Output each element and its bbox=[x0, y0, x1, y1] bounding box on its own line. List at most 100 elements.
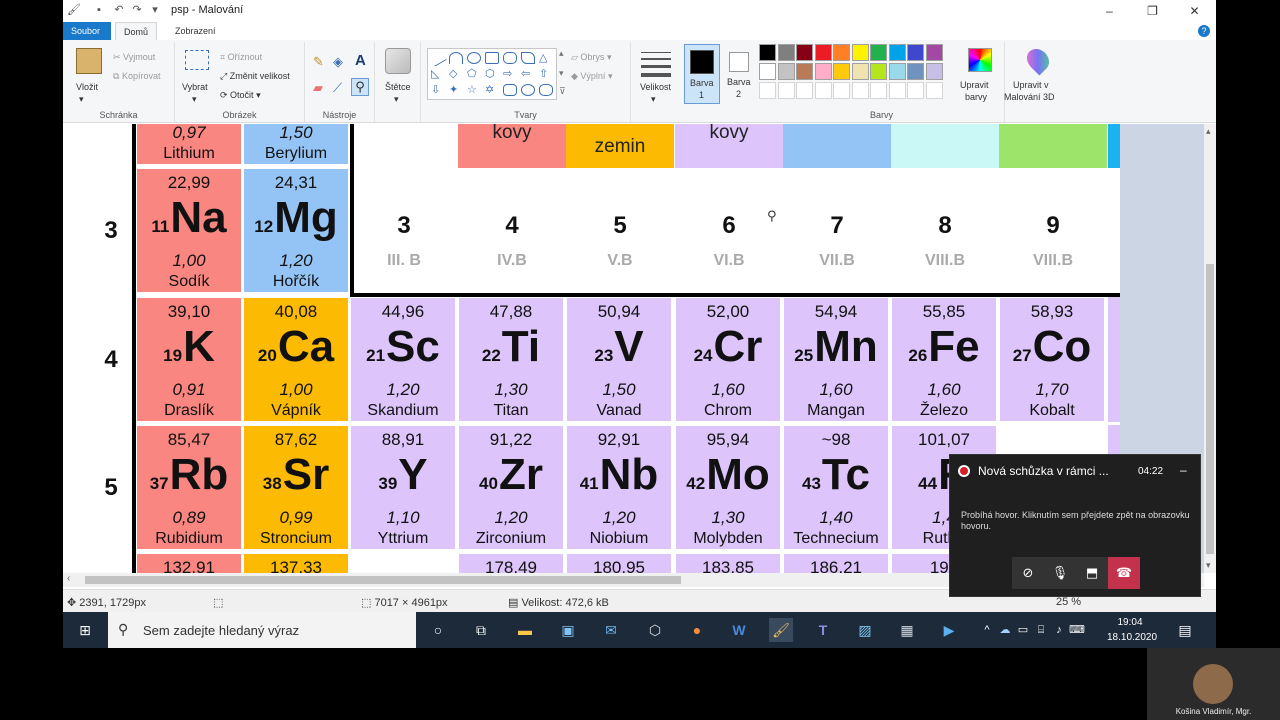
start-windows-icon[interactable]: ⊞ bbox=[73, 618, 97, 642]
meeting-notification[interactable]: Nová schůzka v rámci ... 04:22 – Probíhá… bbox=[949, 454, 1201, 597]
camera-off-icon[interactable]: ⊘ bbox=[1012, 557, 1044, 589]
eraser-icon[interactable]: ▰ bbox=[313, 80, 323, 96]
atomic-number: 38 bbox=[262, 474, 282, 493]
shapes-gallery[interactable]: △ ◺ ◇ ⬠ ⬡ ⇨ ⇦ ⇧ ⇩ ✦ ☆ ✡ bbox=[427, 48, 557, 100]
polygon-shape-icon[interactable] bbox=[521, 52, 535, 64]
customize-qat-icon[interactable]: ▾ bbox=[149, 4, 161, 16]
redo-icon[interactable]: ↷ bbox=[131, 4, 143, 16]
up-arrow-shape-icon[interactable]: ⇧ bbox=[539, 68, 553, 80]
close-button[interactable]: ✕ bbox=[1173, 0, 1216, 22]
image-dimensions-text: 7017 × 4961px bbox=[374, 597, 448, 609]
teams-icon[interactable]: T bbox=[811, 618, 835, 642]
resize-button[interactable]: ⤢ Změnit velikost bbox=[220, 71, 290, 82]
app-cube-icon[interactable]: ⬡ bbox=[643, 618, 667, 642]
paste-button[interactable]: Vložit bbox=[76, 82, 98, 92]
diamond-shape-icon[interactable]: ◇ bbox=[449, 68, 463, 80]
horizontal-scroll-thumb[interactable] bbox=[85, 576, 681, 584]
minimize-button[interactable]: – bbox=[1088, 0, 1131, 22]
left-arrow-shape-icon[interactable]: ⇦ bbox=[521, 68, 535, 80]
six-point-star-shape-icon[interactable]: ✡ bbox=[485, 84, 499, 96]
share-screen-icon[interactable]: ⬒ bbox=[1076, 557, 1108, 589]
oval-shape-icon[interactable] bbox=[467, 52, 481, 64]
calculator-icon[interactable]: ▦ bbox=[895, 618, 919, 642]
brushes-button[interactable]: Štětce bbox=[385, 82, 411, 92]
taskbar-clock[interactable]: 19:04 18.10.2020 bbox=[1107, 615, 1157, 645]
color1-button[interactable]: Barva 1 bbox=[684, 44, 720, 104]
select-icon[interactable] bbox=[185, 50, 209, 70]
file-explorer-icon[interactable]: ▬ bbox=[513, 618, 537, 642]
select-dropdown-icon[interactable]: ▾ bbox=[192, 94, 197, 105]
minimize-notification-icon[interactable]: – bbox=[1180, 463, 1187, 477]
cloud-callout-shape-icon[interactable] bbox=[539, 84, 553, 96]
tab-file[interactable]: Soubor bbox=[63, 22, 111, 40]
down-arrow-shape-icon[interactable]: ⇩ bbox=[431, 84, 445, 96]
vertical-scroll-thumb[interactable] bbox=[1206, 264, 1214, 554]
task-view-icon[interactable]: ⧉ bbox=[469, 618, 493, 642]
right-arrow-shape-icon[interactable]: ⇨ bbox=[503, 68, 517, 80]
edit-colors-button[interactable]: Upravit barvy bbox=[958, 44, 1004, 104]
outline-button[interactable]: ▱ Obrys ▾ bbox=[571, 52, 611, 63]
word-icon[interactable]: W bbox=[727, 618, 751, 642]
cut-button[interactable]: ✂ Vyjmout bbox=[113, 52, 155, 63]
rotate-button[interactable]: ⟳ Otočit ▾ bbox=[220, 90, 261, 101]
scroll-up-icon[interactable]: ▴ bbox=[1206, 126, 1211, 137]
resize-label: Změnit velikost bbox=[229, 71, 290, 81]
color-picker-icon[interactable]: ⟋ bbox=[333, 80, 342, 96]
tab-view[interactable]: Zobrazení bbox=[167, 22, 224, 40]
taskbar-search[interactable]: ⚲ Sem zadejte hledaný výraz bbox=[108, 612, 416, 648]
pentagon-shape-icon[interactable]: ⬠ bbox=[467, 68, 481, 80]
fill-button[interactable]: ◆ Výplní ▾ bbox=[571, 71, 612, 82]
action-center-icon[interactable]: ▤ bbox=[1173, 618, 1197, 642]
crop-button[interactable]: ⌗ Oříznout bbox=[220, 52, 262, 63]
size-dropdown-icon[interactable]: ▾ bbox=[651, 94, 656, 105]
brushes-icon[interactable] bbox=[385, 48, 411, 74]
undo-icon[interactable]: ↶ bbox=[113, 4, 125, 16]
language-icon[interactable]: ⌨ bbox=[1065, 618, 1089, 642]
brushes-dropdown-icon[interactable]: ▾ bbox=[394, 94, 399, 105]
tab-home[interactable]: Domů bbox=[115, 22, 158, 40]
triangle-shape-icon[interactable]: △ bbox=[539, 52, 553, 64]
electronegativity: 1,60 bbox=[711, 380, 745, 399]
paint-taskbar-icon[interactable]: 🖌 bbox=[769, 618, 793, 642]
microphone-icon[interactable]: 🎙 bbox=[1044, 557, 1076, 589]
store-icon[interactable]: ▣ bbox=[556, 618, 580, 642]
maximize-button[interactable]: ❐ bbox=[1131, 0, 1174, 22]
hang-up-icon[interactable]: ☎ bbox=[1108, 557, 1140, 589]
paste-dropdown-icon[interactable]: ▾ bbox=[79, 94, 84, 105]
curve-shape-icon[interactable] bbox=[449, 52, 463, 64]
hexagon-shape-icon[interactable]: ⬡ bbox=[485, 68, 499, 80]
right-triangle-shape-icon[interactable]: ◺ bbox=[431, 68, 445, 80]
video-app-icon[interactable]: ▶ bbox=[937, 618, 961, 642]
cortana-icon[interactable]: ○ bbox=[426, 618, 450, 642]
select-button[interactable]: Vybrat bbox=[182, 82, 208, 92]
callout-rect-shape-icon[interactable] bbox=[503, 84, 517, 96]
four-point-star-shape-icon[interactable]: ✦ bbox=[449, 84, 463, 96]
help-icon[interactable]: ? bbox=[1198, 25, 1210, 37]
save-icon[interactable]: ▪ bbox=[93, 4, 105, 16]
rounded-rectangle-shape-icon[interactable] bbox=[503, 52, 517, 64]
rectangle-shape-icon[interactable] bbox=[485, 52, 499, 64]
text-icon[interactable]: A bbox=[355, 52, 366, 69]
pencil-icon[interactable]: ✎ bbox=[313, 54, 324, 70]
five-point-star-shape-icon[interactable]: ☆ bbox=[467, 84, 481, 96]
color2-button[interactable]: Barva 2 bbox=[722, 44, 758, 104]
shapes-scroll-up-icon[interactable]: ▴ bbox=[559, 48, 564, 59]
shapes-expand-icon[interactable]: ⊽ bbox=[559, 86, 566, 97]
paste-icon[interactable] bbox=[76, 48, 102, 74]
callout-oval-shape-icon[interactable] bbox=[521, 84, 535, 96]
photos-icon[interactable]: ▨ bbox=[853, 618, 877, 642]
paint3d-button[interactable]: Upravit v Malování 3D bbox=[1004, 44, 1070, 104]
group-roman-label: VI.B bbox=[713, 252, 745, 269]
fill-icon[interactable]: ◈ bbox=[333, 54, 343, 70]
size-button[interactable]: Velikost bbox=[640, 82, 671, 92]
element-symbol: Na bbox=[170, 193, 227, 242]
firefox-icon[interactable]: ● bbox=[685, 618, 709, 642]
shapes-scroll-down-icon[interactable]: ▾ bbox=[559, 68, 564, 79]
magnifier-icon[interactable]: ⚲ bbox=[351, 78, 369, 96]
copy-button[interactable]: ⧉ Kopírovat bbox=[113, 71, 160, 82]
mail-icon[interactable]: ✉ bbox=[599, 618, 623, 642]
scroll-down-icon[interactable]: ▾ bbox=[1206, 560, 1211, 571]
scroll-left-icon[interactable]: ‹ bbox=[67, 573, 70, 584]
vertical-scrollbar[interactable]: ▴ ▾ bbox=[1204, 124, 1216, 573]
line-shape-icon[interactable] bbox=[428, 49, 448, 67]
